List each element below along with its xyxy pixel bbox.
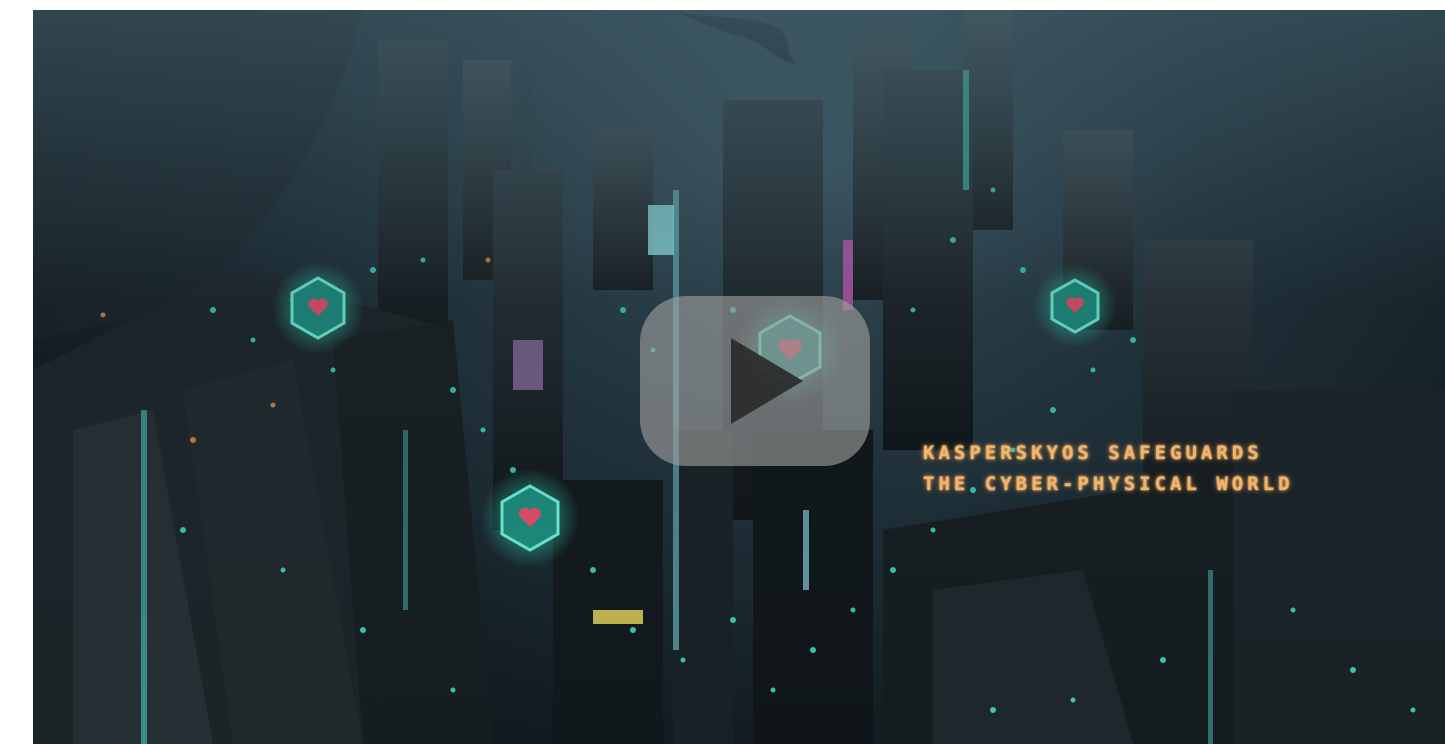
video-caption: KASPERSKYOS SAFEGUARDS THE CYBER-PHYSICA… (923, 438, 1294, 500)
play-icon (731, 338, 803, 424)
caption-line-1: KASPERSKYOS SAFEGUARDS (923, 442, 1263, 464)
caption-line-2: THE CYBER-PHYSICAL WORLD (923, 473, 1294, 495)
video-player[interactable]: KASPERSKYOS SAFEGUARDS THE CYBER-PHYSICA… (33, 10, 1445, 744)
play-button[interactable] (640, 296, 870, 466)
